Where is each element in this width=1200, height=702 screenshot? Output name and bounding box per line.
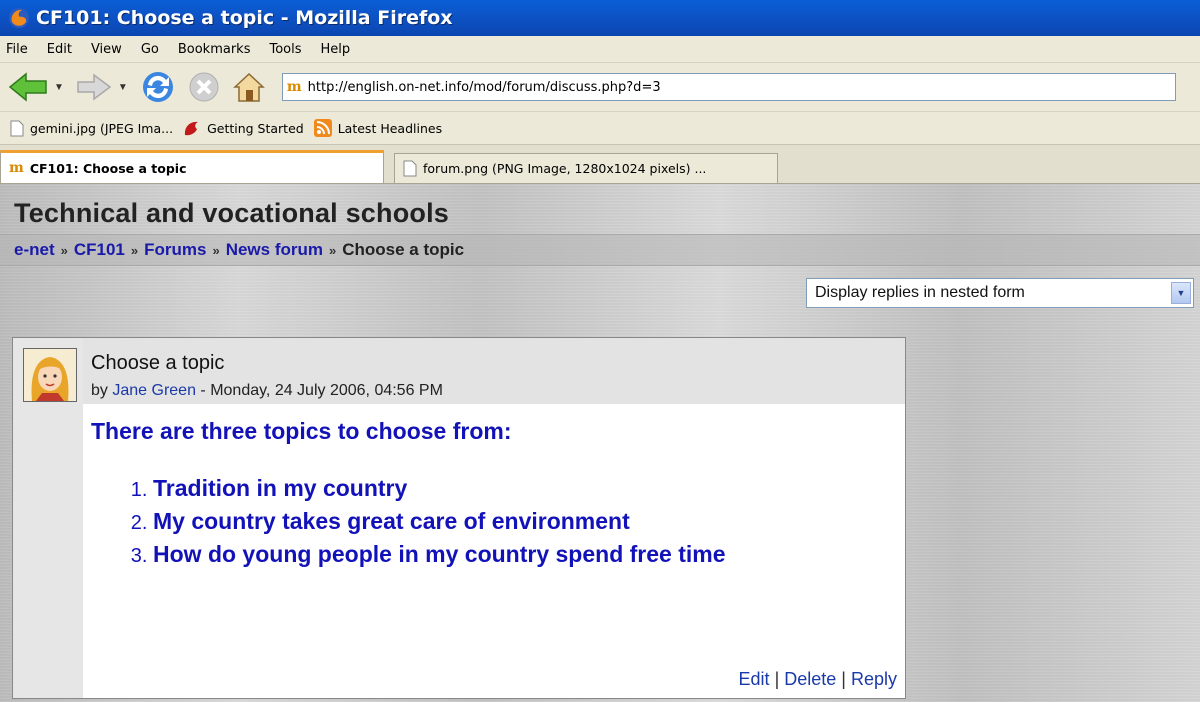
moodle-icon: m — [9, 160, 24, 176]
bookmark-gemini-label: gemini.jpg (JPEG Ima... — [30, 120, 174, 136]
post-subject: Choose a topic — [91, 352, 225, 374]
url-text[interactable]: http://english.on-net.info/mod/forum/dis… — [308, 80, 661, 95]
display-mode-select[interactable]: Display replies in nested form ▼ — [806, 278, 1194, 308]
menu-tools[interactable]: Tools — [269, 42, 301, 57]
post-actions: Edit | Delete | Reply — [739, 669, 897, 690]
page-icon — [403, 160, 417, 177]
user-avatar-icon — [24, 349, 76, 401]
tab-cf101[interactable]: m CF101: Choose a topic — [0, 150, 384, 183]
forum-post: Choose a topic by Jane Green - Monday, 2… — [12, 337, 906, 699]
breadcrumb-e-net[interactable]: e-net — [14, 240, 55, 260]
reload-icon — [142, 72, 173, 102]
breadcrumb-current: Choose a topic — [342, 240, 465, 259]
address-bar[interactable]: m http://english.on-net.info/mod/forum/d… — [281, 73, 1176, 101]
home-button[interactable] — [232, 71, 266, 103]
breadcrumb: e-net » CF101 » Forums » News forum » Ch… — [0, 234, 1200, 266]
tab-strip: m CF101: Choose a topic forum.png (PNG I… — [0, 145, 1200, 184]
tab-forum-png[interactable]: forum.png (PNG Image, 1280x1024 pixels) … — [394, 153, 778, 183]
avatar[interactable] — [23, 348, 77, 402]
topic-list: Tradition in my country My country takes… — [91, 475, 897, 568]
menu-file[interactable]: File — [6, 42, 28, 57]
action-separator: | — [769, 669, 785, 689]
reply-link[interactable]: Reply — [851, 669, 897, 689]
back-button[interactable]: ▼ — [8, 72, 64, 102]
dropdown-arrow-icon[interactable]: ▼ — [118, 82, 128, 93]
post-author-link[interactable]: Jane Green — [112, 382, 196, 399]
menu-help[interactable]: Help — [321, 42, 351, 57]
stop-button[interactable] — [188, 71, 220, 103]
bookmark-getting-started-label: Getting Started — [207, 120, 304, 136]
menubar: File Edit View Go Bookmarks Tools Help — [0, 36, 1200, 63]
page-content: Technical and vocational schools e-net »… — [0, 184, 1200, 702]
forward-arrow-icon — [77, 73, 112, 101]
getting-started-icon — [184, 121, 199, 135]
moodle-icon: m — [286, 79, 302, 95]
menu-bookmarks[interactable]: Bookmarks — [178, 42, 251, 57]
post-body: There are three topics to choose from: T… — [91, 418, 897, 574]
breadcrumb-separator: » — [329, 242, 337, 258]
page-icon — [10, 120, 24, 136]
delete-link[interactable]: Delete — [784, 669, 836, 689]
post-intro: There are three topics to choose from: — [91, 418, 512, 444]
bookmark-gemini[interactable]: gemini.jpg (JPEG Ima... — [10, 120, 173, 137]
breadcrumb-separator: » — [130, 242, 139, 258]
bookmarks-toolbar: gemini.jpg (JPEG Ima... Getting Started … — [0, 112, 1200, 145]
post-byline: by Jane Green - Monday, 24 July 2006, 04… — [91, 382, 443, 400]
action-separator: | — [836, 669, 851, 689]
rss-icon — [313, 119, 332, 137]
list-item: How do young people in my country spend … — [153, 541, 897, 568]
forward-button[interactable]: ▼ — [76, 72, 128, 102]
list-item: Tradition in my country — [153, 475, 897, 502]
breadcrumb-cf101[interactable]: CF101 — [74, 240, 125, 260]
breadcrumb-news-forum[interactable]: News forum — [226, 240, 323, 260]
breadcrumb-separator: » — [60, 242, 68, 258]
back-arrow-icon — [8, 72, 47, 102]
tab-cf101-label: CF101: Choose a topic — [29, 160, 187, 176]
edit-link[interactable]: Edit — [739, 669, 770, 689]
list-item: My country takes great care of environme… — [153, 508, 897, 535]
post-date: - Monday, 24 July 2006, 04:56 PM — [195, 382, 443, 399]
breadcrumb-separator: » — [212, 242, 220, 258]
window-title: CF101: Choose a topic - Mozilla Firefox — [36, 7, 453, 29]
chevron-down-icon[interactable]: ▼ — [1171, 282, 1191, 304]
bookmark-latest-headlines-label: Latest Headlines — [337, 120, 443, 136]
dropdown-arrow-icon[interactable]: ▼ — [54, 82, 64, 93]
breadcrumb-forums[interactable]: Forums — [144, 240, 206, 260]
reload-button[interactable] — [140, 69, 176, 105]
bookmark-getting-started[interactable]: Getting Started — [183, 120, 304, 137]
home-icon — [232, 72, 265, 102]
menu-go[interactable]: Go — [141, 42, 159, 57]
tab-forum-png-label: forum.png (PNG Image, 1280x1024 pixels) … — [423, 161, 707, 176]
firefox-icon — [9, 8, 29, 28]
site-title: Technical and vocational schools — [14, 198, 450, 228]
navigation-toolbar: ▼ ▼ m http://english.on-net.info/mod/for… — [0, 63, 1200, 112]
post-by-prefix: by — [91, 382, 108, 399]
stop-icon — [189, 72, 219, 102]
display-mode-value: Display replies in nested form — [815, 284, 1025, 301]
menu-edit[interactable]: Edit — [47, 42, 72, 57]
bookmark-latest-headlines[interactable]: Latest Headlines — [313, 119, 443, 137]
menu-view[interactable]: View — [91, 42, 122, 57]
window-titlebar: CF101: Choose a topic - Mozilla Firefox — [0, 0, 1200, 36]
